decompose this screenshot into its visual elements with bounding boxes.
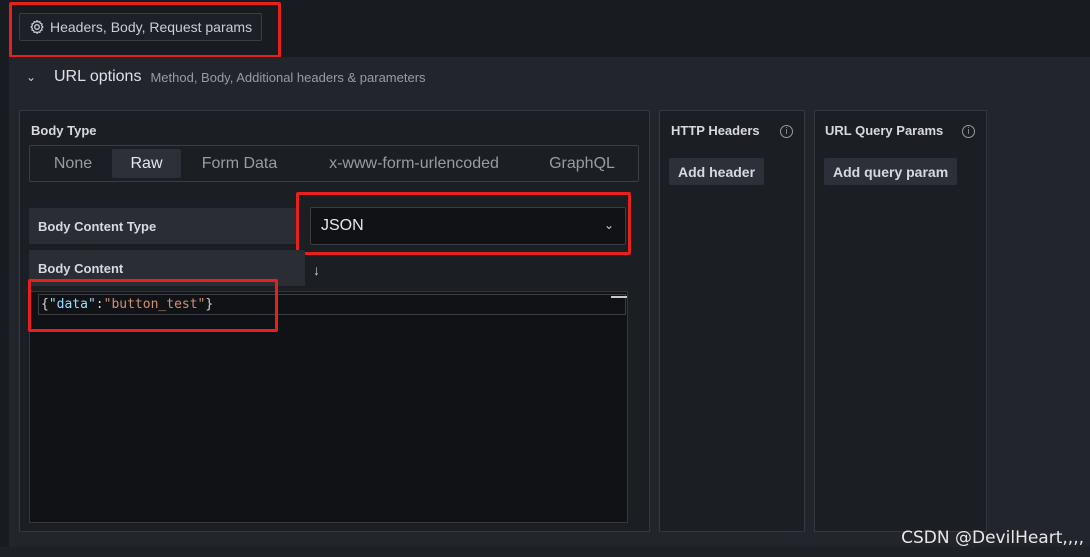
add-header-button[interactable]: Add header (669, 158, 765, 185)
body-type-graphql[interactable]: GraphQL (530, 149, 634, 178)
url-options-header[interactable]: ⌄ URL options Method, Body, Additional h… (26, 66, 426, 88)
headers-body-params-button[interactable]: Headers, Body, Request params (19, 13, 263, 41)
body-type-none[interactable]: None (34, 149, 112, 178)
query-params-title: URL Query Params (825, 123, 944, 138)
arrow-down-icon[interactable]: ↓ (313, 262, 320, 278)
body-type-urlencoded[interactable]: x-www-form-urlencoded (298, 149, 530, 178)
url-options-title: URL options (54, 68, 142, 85)
add-query-param-button[interactable]: Add query param (824, 158, 958, 185)
chevron-down-icon[interactable]: ⌄ (26, 70, 38, 84)
url-options-description: Method, Body, Additional headers & param… (150, 69, 426, 85)
body-type-raw[interactable]: Raw (112, 149, 181, 178)
bottom-strip (0, 547, 1090, 557)
info-icon[interactable]: i (962, 125, 975, 138)
chevron-down-icon: ⌄ (603, 218, 614, 232)
body-content-label: Body Content (29, 250, 305, 286)
body-type-label: Body Type (31, 123, 97, 138)
gear-icon (30, 20, 44, 34)
code-line: {"data":"button_test"} (41, 297, 214, 312)
scroll-indicator[interactable] (611, 296, 627, 298)
body-type-form-data[interactable]: Form Data (181, 149, 298, 178)
body-type-radio-group: None Raw Form Data x-www-form-urlencoded… (29, 145, 639, 182)
body-content-type-label: Body Content Type (29, 208, 296, 244)
http-headers-title: HTTP Headers (671, 123, 760, 138)
body-content-editor[interactable]: {"data":"button_test"} (29, 291, 628, 523)
body-content-type-select[interactable]: JSON ⌄ (310, 207, 626, 245)
watermark: CSDN @DevilHeart,,,, (901, 528, 1084, 548)
headers-body-params-label: Headers, Body, Request params (50, 19, 253, 35)
body-content-type-value: JSON (321, 217, 364, 234)
info-icon[interactable]: i (780, 125, 793, 138)
